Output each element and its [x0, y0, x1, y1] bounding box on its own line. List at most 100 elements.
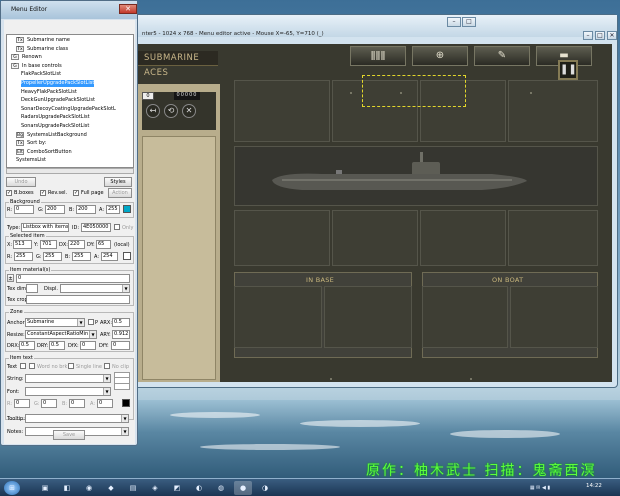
bg-a-input[interactable]: 255: [106, 205, 120, 214]
back-icon[interactable]: ↤: [146, 104, 160, 118]
inventory-slot[interactable]: [234, 286, 322, 348]
minimize-button[interactable]: –: [447, 17, 461, 27]
anchor-select[interactable]: Submarine ▼: [25, 318, 85, 327]
drx-input[interactable]: 0.5: [19, 341, 35, 350]
inventory-slot[interactable]: [324, 286, 412, 348]
tex-crop-label: Tex crop: [7, 297, 28, 303]
single-line-checkbox[interactable]: [68, 363, 74, 369]
undo-button[interactable]: Undo: [6, 177, 36, 187]
tree-node-type-icon: Elt: [16, 148, 24, 155]
text-checkbox[interactable]: [20, 363, 26, 369]
word-no-brk-checkbox[interactable]: [29, 363, 35, 369]
upgrade-slot[interactable]: [420, 210, 506, 266]
taskbar-app[interactable]: ◍: [212, 481, 230, 495]
bg-g-input[interactable]: 200: [45, 205, 65, 214]
taskbar-app[interactable]: ◩: [168, 481, 186, 495]
text-g-input[interactable]: 0: [41, 399, 57, 408]
text-a-input[interactable]: 0: [97, 399, 113, 408]
taskbar-app[interactable]: ◉: [80, 481, 98, 495]
side-tab-button[interactable]: ❚❚: [558, 60, 578, 80]
rev-sel-checkbox[interactable]: ✓: [40, 190, 46, 196]
taskbar-app[interactable]: ▣: [36, 481, 54, 495]
maximize-button[interactable]: □: [462, 17, 476, 27]
item-g-input[interactable]: 255: [43, 252, 62, 261]
taskbar-app[interactable]: ◈: [146, 481, 164, 495]
text-label: Text: [7, 364, 18, 370]
tab-periscope[interactable]: ⊕: [412, 46, 468, 66]
word-no-brk-label: Word no brk: [37, 364, 68, 370]
taskbar-app[interactable]: ◑: [256, 481, 274, 495]
id-input[interactable]: 4E050000: [81, 223, 111, 232]
item-a-input[interactable]: 254: [101, 252, 118, 261]
upgrade-slot[interactable]: [508, 80, 598, 142]
taskbar-app[interactable]: ◆: [102, 481, 120, 495]
upgrade-slot[interactable]: [234, 210, 330, 266]
selected-item-outline: [362, 75, 466, 107]
item-color-swatch[interactable]: [123, 252, 131, 260]
close-button[interactable]: ✕: [119, 4, 137, 14]
resize-select[interactable]: ConstantAspectRatioMin ▼: [25, 330, 97, 339]
item-b-input[interactable]: 255: [72, 252, 91, 261]
tab-tools[interactable]: ✎: [474, 46, 530, 66]
taskbar-app-active[interactable]: ●: [234, 481, 252, 495]
full-page-checkbox[interactable]: ✓: [73, 190, 79, 196]
text-b-input[interactable]: 0: [69, 399, 85, 408]
text-b-label: B:: [62, 401, 68, 407]
dry-label: DRY:: [37, 343, 49, 349]
type-input[interactable]: Listbox with items: [21, 223, 69, 232]
ary-input[interactable]: 0.912: [112, 330, 130, 339]
item-r-input[interactable]: 255: [14, 252, 33, 261]
alignment-grid[interactable]: [114, 372, 130, 390]
element-tree[interactable]: Tx Submarine name Tx Submarine class G Renown…: [6, 34, 134, 168]
b-boxes-checkbox[interactable]: ✓: [6, 190, 12, 196]
tab-crew[interactable]: ǁǁǁ: [350, 46, 406, 66]
dry-input[interactable]: 0.5: [49, 341, 65, 350]
save-button[interactable]: Save: [53, 430, 85, 440]
inventory-slot[interactable]: [422, 286, 508, 348]
tex-crop-input[interactable]: [26, 295, 130, 304]
bg-b-input[interactable]: 200: [76, 205, 96, 214]
material-stepper[interactable]: ±: [7, 274, 14, 282]
rotate-icon[interactable]: ⟲: [164, 104, 178, 118]
item-b-label: B:: [65, 254, 71, 260]
displ-select[interactable]: ▼: [60, 284, 130, 293]
dx-input[interactable]: 220: [68, 240, 85, 249]
p-checkbox[interactable]: [88, 319, 94, 325]
action-button[interactable]: Action: [108, 188, 132, 198]
upgrade-slot[interactable]: [508, 210, 598, 266]
taskbar-app[interactable]: ◐: [190, 481, 208, 495]
only-checkbox[interactable]: [114, 224, 120, 230]
dx-label: DX:: [59, 242, 68, 248]
text-color-swatch[interactable]: [122, 399, 130, 407]
system-tray-icons[interactable]: ▦ ✉ ◀ ▮: [520, 481, 560, 495]
bg-r-input[interactable]: 0: [14, 205, 34, 214]
dfy-input[interactable]: 0: [111, 341, 130, 350]
taskbar-app[interactable]: ▤: [124, 481, 142, 495]
tree-horizontal-scrollbar[interactable]: [6, 168, 134, 174]
y-input[interactable]: 701: [40, 240, 57, 249]
dfx-input[interactable]: 0: [80, 341, 96, 350]
styles-button[interactable]: Styles: [104, 177, 132, 187]
upgrade-slot[interactable]: [332, 210, 418, 266]
tooltip-select[interactable]: ▼: [25, 414, 129, 423]
background-color-swatch[interactable]: [123, 205, 131, 213]
tex-dim-input[interactable]: [26, 284, 38, 293]
arx-input[interactable]: 0.5: [112, 318, 130, 327]
inner-maximize-button[interactable]: □: [595, 31, 605, 40]
no-clip-checkbox[interactable]: [104, 363, 110, 369]
dy-input[interactable]: 65: [96, 240, 111, 249]
inner-close-button[interactable]: ✕: [607, 31, 617, 40]
rev-sel-label: Rev.sel.: [48, 190, 68, 196]
text-r-input[interactable]: 0: [14, 399, 30, 408]
b-boxes-label: B.boxes: [14, 190, 34, 196]
x-input[interactable]: 513: [13, 240, 32, 249]
taskbar-app[interactable]: ◧: [58, 481, 76, 495]
start-button[interactable]: ⊞: [4, 481, 20, 495]
upgrade-slot[interactable]: [234, 80, 330, 142]
wrench-icon[interactable]: ✕: [182, 104, 196, 118]
material-input[interactable]: 0: [16, 274, 130, 283]
inventory-slot[interactable]: [510, 286, 598, 348]
font-select[interactable]: ▼: [25, 387, 111, 396]
string-select[interactable]: ▼: [25, 374, 111, 383]
inner-minimize-button[interactable]: –: [583, 31, 593, 40]
